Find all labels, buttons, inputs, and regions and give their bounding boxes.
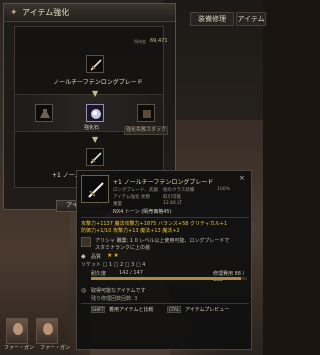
tooltip-desc-line-1: アリシャ 職業: 1 0 レベル以上使用可能、ロングブレードで bbox=[95, 238, 230, 244]
info-icon: ◎ bbox=[81, 287, 87, 294]
enhance-icon: ✦ bbox=[10, 8, 18, 18]
material-slot-left[interactable] bbox=[35, 104, 53, 122]
portrait-face bbox=[43, 323, 53, 335]
money-label: 所持金 bbox=[134, 39, 146, 44]
tooltip-item-icon bbox=[81, 175, 109, 203]
tooltip-status-value: 取引可能 bbox=[163, 195, 181, 200]
stone-name: 強化石 bbox=[84, 125, 100, 131]
durability-bar bbox=[91, 277, 247, 280]
durability-value: 142 / 147 bbox=[119, 270, 143, 276]
npc-portrait[interactable] bbox=[6, 318, 28, 344]
grade-icon: ◆ bbox=[81, 253, 86, 260]
durability-bar-fill bbox=[91, 277, 241, 280]
tooltip-stats-line-1: 攻撃力+1137 魔法攻撃力+1875 バランス+58 クリティカル+1 bbox=[81, 221, 228, 227]
divider bbox=[81, 303, 249, 304]
result-slot bbox=[86, 148, 104, 166]
enhance-stone-slot[interactable] bbox=[86, 104, 104, 122]
tooltip-class: 他のクラス装備 bbox=[163, 188, 195, 193]
tab-repair[interactable]: 装備修理 bbox=[190, 12, 234, 26]
tooltip-compare-note: 取得可能なアイテムです bbox=[91, 288, 146, 294]
grade-stars: ★★ bbox=[107, 252, 120, 259]
tooltip-type: ロングブレード、武器 bbox=[113, 188, 158, 193]
portrait-face bbox=[13, 323, 23, 335]
tooltip-weight-label: 重量 bbox=[113, 202, 122, 207]
portrait-name: ファー・ガン bbox=[40, 345, 71, 351]
tooltip-weight-value: 12.84 LT bbox=[163, 201, 182, 206]
durability-label: 耐久度 bbox=[91, 271, 107, 277]
sword-icon bbox=[88, 182, 104, 198]
tooltip-desc-line-2: スタミナランクに上の装 bbox=[95, 245, 151, 251]
material-slot-right[interactable] bbox=[137, 104, 155, 122]
tooltip-item-name: +1 ノールチーフテンロングブレード bbox=[113, 179, 214, 186]
enhance-title: アイテム強化 bbox=[22, 8, 70, 17]
weapon-name: ノールチーフテンロングブレード bbox=[53, 79, 143, 86]
sword-icon bbox=[90, 59, 102, 71]
money-value: 69,471 bbox=[150, 38, 168, 44]
arrow-down-icon: ▼ bbox=[92, 89, 99, 98]
preview-action[interactable]: アイテムプレビュー bbox=[185, 306, 229, 313]
potion-icon bbox=[40, 109, 50, 118]
tab-item[interactable]: アイテム bbox=[236, 12, 266, 26]
tooltip-percent: 100% bbox=[217, 187, 230, 192]
npc-portrait[interactable] bbox=[36, 318, 58, 344]
enhance-header: ✦ アイテム強化 bbox=[4, 4, 175, 22]
ctrl-key-hint: CTRL bbox=[167, 306, 181, 313]
enhance-stone-icon bbox=[91, 109, 101, 119]
protection-icon bbox=[143, 110, 151, 118]
tooltip-price: NX4 トーン (販売価格45) bbox=[113, 209, 172, 215]
divider bbox=[81, 217, 249, 218]
character-icon bbox=[81, 237, 91, 247]
tooltip-stats-line-2: 防御力+1/10 攻撃力+13 魔法+13 魔法+2 bbox=[81, 228, 180, 234]
tooltip-remain-repairs: 残り修理回数回数: 3 bbox=[91, 296, 138, 302]
grade-label: 品質 bbox=[91, 254, 102, 260]
portrait-name: ファー・ガン bbox=[4, 345, 35, 351]
arrow-down-icon: ▼ bbox=[92, 135, 99, 144]
item-tooltip: +1 ノールチーフテンロングブレード × ロングブレード、武器 他のクラス装備 … bbox=[76, 170, 252, 350]
fail-stack-button[interactable]: 強化失敗スタック bbox=[124, 126, 168, 135]
socket-row: ソケット □ 1 □ 2 □ 3 □ 4 bbox=[81, 262, 146, 268]
tooltip-status-label: アイテム強化 状態 bbox=[113, 195, 150, 200]
shift-key-hint: SHIFT bbox=[91, 306, 105, 313]
weapon-slot[interactable] bbox=[86, 55, 104, 73]
sword-icon bbox=[90, 152, 102, 164]
compare-action[interactable]: 着用アイテムと比較 bbox=[109, 306, 154, 313]
close-icon[interactable]: × bbox=[239, 174, 245, 182]
